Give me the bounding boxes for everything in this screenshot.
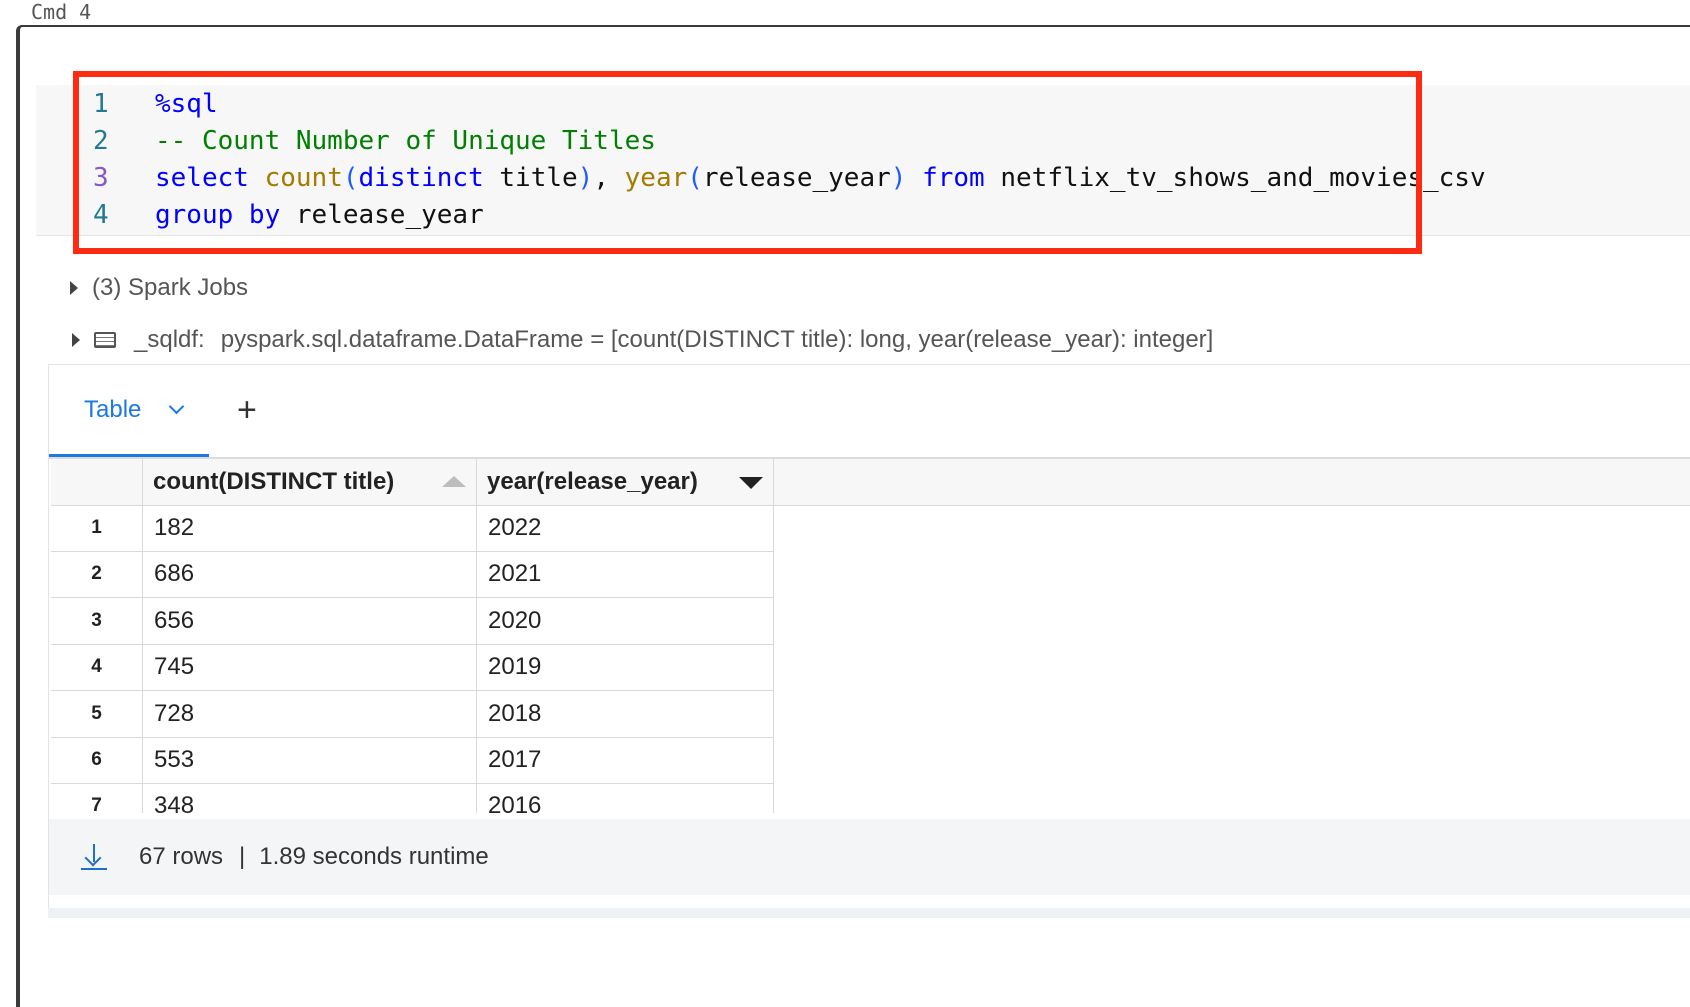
tab-table[interactable]: Table xyxy=(49,365,209,457)
column-header-year[interactable]: year(release_year) xyxy=(487,459,747,505)
results-panel: Table + count(DISTINCT title) year(relea… xyxy=(48,364,1690,916)
column-header-count[interactable]: count(DISTINCT title) xyxy=(153,459,453,505)
row-index: 7 xyxy=(91,795,102,813)
highlight-annotation xyxy=(73,71,1422,254)
row-index: 5 xyxy=(91,703,102,724)
sort-ascending-icon[interactable] xyxy=(442,476,466,487)
spark-jobs-label: (3) Spark Jobs xyxy=(92,274,249,301)
table-icon xyxy=(94,332,116,348)
add-visualization-button[interactable]: + xyxy=(237,393,257,427)
tab-table-label: Table xyxy=(84,395,142,423)
cell-count: 348 xyxy=(154,792,195,813)
cell-year: 2019 xyxy=(488,653,542,680)
dataframe-name: _sqldf: xyxy=(134,326,205,353)
results-footer: 67 rows | 1.89 seconds runtime xyxy=(49,819,1690,895)
cell-year: 2021 xyxy=(488,560,542,587)
runtime-text: 1.89 seconds runtime xyxy=(259,843,489,870)
cell-year: 2018 xyxy=(488,700,542,727)
spark-jobs-toggle[interactable]: (3) Spark Jobs xyxy=(70,274,248,302)
results-tabbar: Table + xyxy=(49,365,1690,459)
cell-count: 745 xyxy=(154,653,195,680)
row-index: 1 xyxy=(91,517,102,538)
row-index: 6 xyxy=(91,749,102,770)
cell-count: 182 xyxy=(154,514,195,541)
cell-count: 553 xyxy=(154,746,195,773)
cell-year: 2020 xyxy=(488,607,542,634)
dataframe-schema: pyspark.sql.dataframe.DataFrame = [count… xyxy=(220,326,1214,353)
cell-year: 2022 xyxy=(488,514,542,541)
dataframe-schema-toggle[interactable]: _sqldf: pyspark.sql.dataframe.DataFrame … xyxy=(72,326,1213,354)
cell-year: 2016 xyxy=(488,792,542,813)
cell-year: 2017 xyxy=(488,746,542,773)
footer-separator: | xyxy=(239,843,246,870)
sort-descending-icon[interactable] xyxy=(739,477,763,489)
expand-triangle-icon xyxy=(70,281,78,295)
cell-count: 656 xyxy=(154,607,195,634)
cell-bottom-edge xyxy=(48,908,1690,918)
download-icon[interactable] xyxy=(81,842,107,872)
row-index: 4 xyxy=(91,656,102,677)
row-index: 2 xyxy=(91,563,102,584)
row-index: 3 xyxy=(91,610,102,631)
cell-count: 686 xyxy=(154,560,195,587)
cell-label: Cmd 4 xyxy=(31,0,92,24)
chevron-down-icon[interactable] xyxy=(169,398,185,415)
row-count: 67 rows xyxy=(139,843,224,870)
cell-count: 728 xyxy=(154,700,195,727)
expand-triangle-icon xyxy=(72,333,80,347)
results-table: count(DISTINCT title) year(release_year)… xyxy=(51,459,1690,813)
